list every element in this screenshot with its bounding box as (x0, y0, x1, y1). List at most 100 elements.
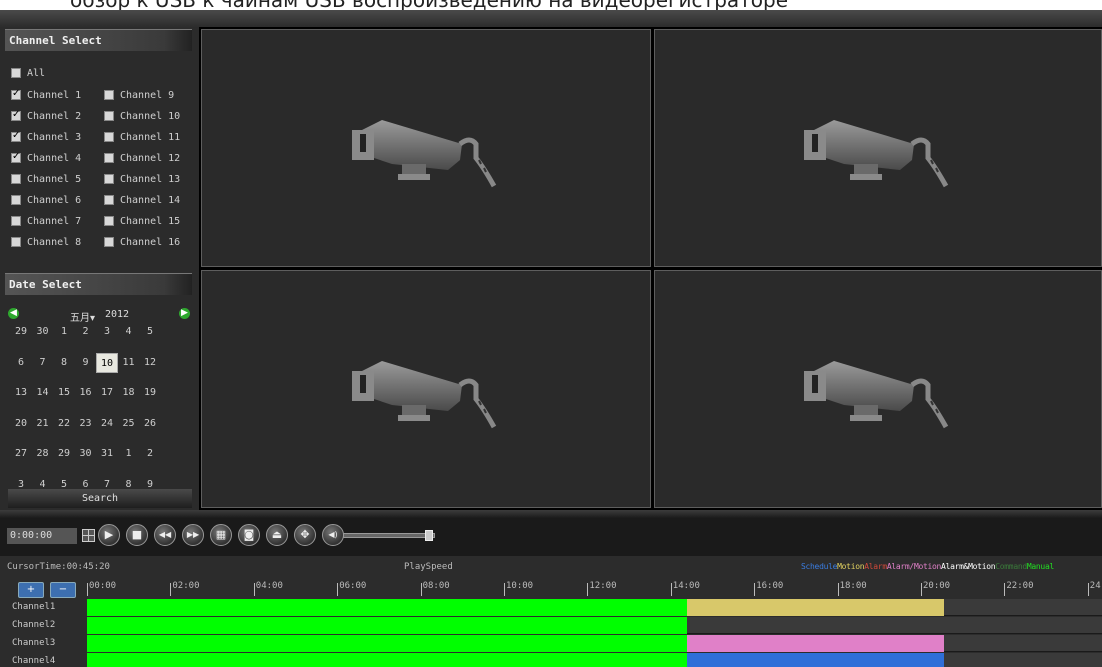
calendar-day[interactable]: 13 (10, 383, 32, 403)
channel-select-title: Channel Select (9, 34, 102, 47)
calendar-day[interactable]: 21 (32, 414, 54, 434)
calendar-day[interactable]: 19 (139, 383, 161, 403)
calendar-day[interactable]: 22 (53, 414, 75, 434)
calendar-day[interactable]: 18 (118, 383, 140, 403)
channel-checkbox-11[interactable]: Channel 11 (104, 130, 180, 144)
channel-checkbox-9[interactable]: Channel 9 (104, 88, 174, 102)
channel-checkbox-5[interactable]: Channel 5 (11, 172, 81, 186)
channel-all-checkbox[interactable]: All (11, 66, 45, 80)
channel-checkbox-13[interactable]: Channel 13 (104, 172, 180, 186)
calendar-day[interactable]: 25 (118, 414, 140, 434)
calendar-day[interactable]: 8 (53, 353, 75, 373)
left-arrow-icon[interactable]: ◀ (8, 308, 19, 319)
calendar-day[interactable]: 24 (96, 414, 118, 434)
calendar-day[interactable]: 31 (96, 444, 118, 464)
calendar-day[interactable]: 2 (139, 444, 161, 464)
calendar-day[interactable]: 26 (139, 414, 161, 434)
volume-slider-thumb[interactable] (424, 530, 433, 541)
tick-mark (87, 583, 88, 596)
calendar-day[interactable]: 29 (10, 322, 32, 342)
track-bar[interactable] (87, 653, 1102, 667)
record-segment[interactable] (87, 635, 688, 652)
track-bar[interactable] (87, 599, 1102, 616)
record-segment[interactable] (87, 617, 688, 634)
channel-select-header: Channel Select (5, 29, 192, 51)
tick-mark (1087, 583, 1089, 596)
calendar-day[interactable]: 20 (10, 414, 32, 434)
channel-label: Channel 9 (120, 89, 175, 101)
calendar-day[interactable]: 2 (75, 322, 97, 342)
channel-checkbox-1[interactable]: Channel 1 (11, 88, 81, 102)
play-button[interactable]: ▶ (98, 524, 120, 546)
record-segment[interactable] (687, 635, 944, 652)
calendar-day[interactable]: 12 (139, 353, 161, 373)
channel-label: Channel 8 (27, 236, 82, 248)
channel-label: Channel 2 (27, 110, 82, 122)
calendar-day[interactable]: 14 (32, 383, 54, 403)
channel-label: Channel 10 (120, 110, 181, 122)
record-segment[interactable] (87, 653, 688, 667)
channel-checkbox-8[interactable]: Channel 8 (11, 235, 81, 249)
calendar-day[interactable]: 29 (53, 444, 75, 464)
calendar-day[interactable]: 17 (96, 383, 118, 403)
tick-label: 18:00 (839, 581, 867, 591)
tick-mark (754, 583, 756, 596)
video-pane-1[interactable] (201, 29, 651, 267)
calendar-day[interactable]: 15 (53, 383, 75, 403)
backup-button[interactable]: ⏏ (266, 524, 288, 546)
zoom-in-icon[interactable]: + (18, 582, 44, 598)
volume-slider[interactable] (343, 533, 435, 538)
snapshot-button[interactable]: ◙ (238, 524, 260, 546)
track-bar[interactable] (87, 617, 1102, 634)
calendar-day[interactable]: 30 (32, 322, 54, 342)
calendar-day[interactable]: 11 (118, 353, 140, 373)
video-pane-4[interactable] (654, 270, 1102, 508)
rewind-button[interactable]: ◀◀ (154, 524, 176, 546)
tick-label: 22:00 (1006, 581, 1034, 591)
calendar-day[interactable]: 1 (118, 444, 140, 464)
channel-checkbox-3[interactable]: Channel 3 (11, 130, 81, 144)
search-button[interactable]: Search (8, 489, 192, 508)
record-segment[interactable] (687, 599, 944, 616)
zoom-out-icon[interactable]: − (50, 582, 76, 598)
record-segment[interactable] (687, 653, 944, 667)
tick-label: 24 (1089, 581, 1101, 591)
calendar-day[interactable]: 28 (32, 444, 54, 464)
channel-checkbox-14[interactable]: Channel 14 (104, 193, 180, 207)
right-arrow-icon[interactable]: ▶ (179, 308, 190, 319)
channel-checkbox-7[interactable]: Channel 7 (11, 214, 81, 228)
channel-checkbox-4[interactable]: Channel 4 (11, 151, 81, 165)
fullscreen-button[interactable]: ✥ (294, 524, 316, 546)
calendar-year[interactable]: 2012 (105, 309, 129, 320)
calendar-day[interactable]: 16 (75, 383, 97, 403)
tick-mark (837, 583, 839, 596)
calendar-day[interactable]: 5 (139, 322, 161, 342)
channel-checkbox-6[interactable]: Channel 6 (11, 193, 81, 207)
calendar-day[interactable]: 23 (75, 414, 97, 434)
track-bar[interactable] (87, 635, 1102, 652)
channel-checkbox-12[interactable]: Channel 12 (104, 151, 180, 165)
calendar-day[interactable]: 1 (53, 322, 75, 342)
calendar-day[interactable]: 10 (96, 352, 118, 373)
checkbox-box (11, 174, 21, 184)
record-segment[interactable] (87, 599, 688, 616)
channel-checkbox-15[interactable]: Channel 15 (104, 214, 180, 228)
calendar-day[interactable]: 3 (96, 322, 118, 342)
calendar-day[interactable]: 4 (118, 322, 140, 342)
fast-forward-button[interactable]: ▶▶ (182, 524, 204, 546)
calendar-day[interactable]: 9 (75, 353, 97, 373)
calendar-day[interactable]: 30 (75, 444, 97, 464)
calendar-day[interactable]: 7 (32, 353, 54, 373)
frame-step-button[interactable]: ▦ (210, 524, 232, 546)
stop-button[interactable]: ■ (126, 524, 148, 546)
calendar-day[interactable]: 6 (10, 353, 32, 373)
channel-checkbox-10[interactable]: Channel 10 (104, 109, 180, 123)
channel-checkbox-2[interactable]: Channel 2 (11, 109, 81, 123)
layout-grid-icon[interactable] (82, 529, 95, 542)
video-pane-3[interactable] (201, 270, 651, 508)
checkbox-box (11, 130, 21, 142)
volume-button[interactable]: ◀) (322, 524, 344, 546)
channel-checkbox-16[interactable]: Channel 16 (104, 235, 180, 249)
video-pane-2[interactable] (654, 29, 1102, 267)
calendar-day[interactable]: 27 (10, 444, 32, 464)
